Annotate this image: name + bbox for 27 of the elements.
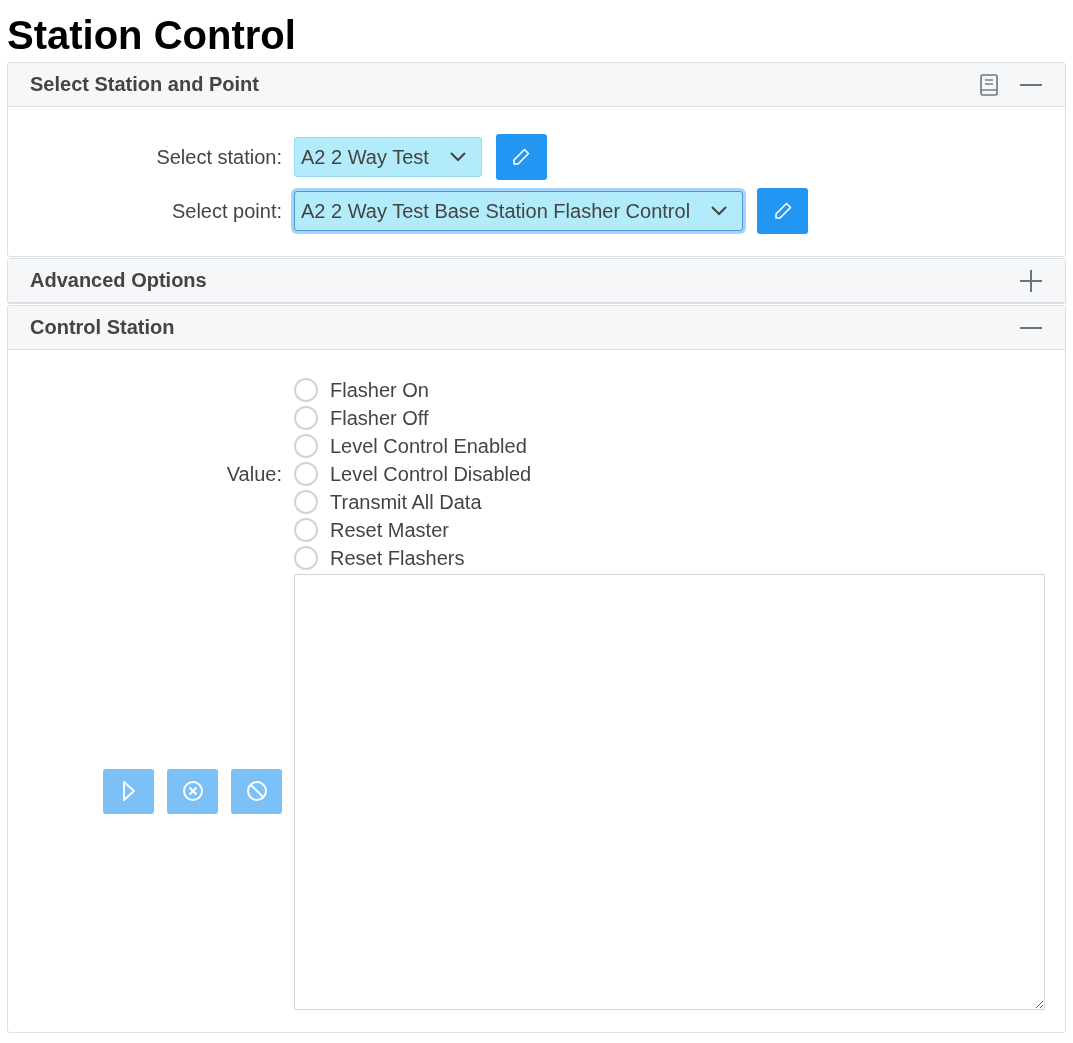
field-label: Value: [225,462,283,486]
panel-title: Advanced Options [30,269,207,292]
pencil-icon [772,201,793,221]
field-label: Select station: [155,145,283,169]
page-title: Station Control [7,12,297,58]
select-field[interactable]: A2 2 Way Test Base Station Flasher Control [294,191,744,231]
radio-option[interactable]: Reset Master [294,516,532,544]
expand-icon[interactable] [1019,268,1043,293]
circle-x-icon [181,780,204,802]
edit-button[interactable] [757,188,809,234]
radio-option[interactable]: Transmit All Data [294,488,532,516]
radio-option[interactable]: Flasher On [294,376,532,404]
select-field[interactable]: A2 2 Way Test [294,137,482,177]
book-icon[interactable] [979,73,999,96]
pencil-icon [511,147,532,167]
prohibited-icon [245,780,268,802]
panel-title: Control Station [30,316,175,339]
edit-button[interactable] [495,134,547,180]
field-label: Select point: [170,199,283,223]
chevron-down-icon [448,151,467,163]
play-icon [121,780,136,802]
radio-option[interactable]: Flasher Off [294,404,532,432]
chevron-down-icon [710,205,729,217]
radio-option[interactable]: Level Control Enabled [294,432,532,460]
panel-title: Select Station and Point [30,73,259,96]
radio-option[interactable]: Reset Flashers [294,544,532,572]
radio-option[interactable]: Level Control Disabled [294,460,532,488]
